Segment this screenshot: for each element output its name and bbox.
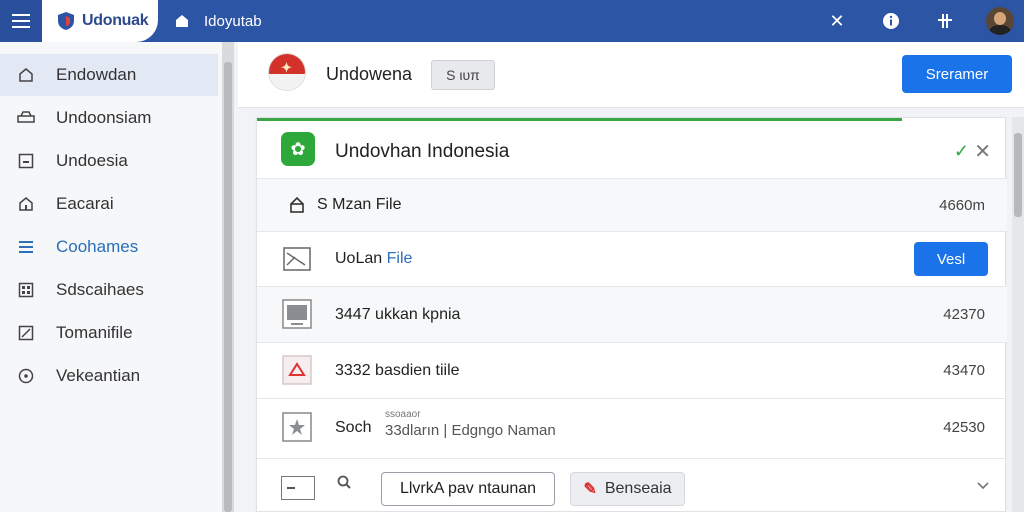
sidebar-item-undoonsiam[interactable]: Undoonsiam [0,97,218,139]
pdf-icon [281,355,313,385]
sidebar-item-label: Tomanifile [56,323,133,342]
image-icon [281,245,313,273]
car-icon [16,108,36,128]
sidebar-item-label: Sdscaihaes [56,280,144,299]
page-title: Undowena [326,64,413,84]
content-scroll-thumb[interactable] [1014,133,1022,217]
ghost-button-label: Benseaia [604,480,672,497]
content-scrollbar[interactable] [1012,117,1024,512]
page-header: ✦ Undowena S ιυπ Sreramer [238,42,1024,108]
file-name: 3447 ukkan kpnia [335,306,461,323]
app-tab[interactable]: Udonuak [42,0,158,42]
file-row[interactable]: 3332 basdien tiile 43470 [257,343,1007,399]
file-size: 42370 [943,306,985,323]
top-actions: ✕ [796,0,1014,42]
sidebar-item-sdscaihaes[interactable]: Sdscaihaes [0,269,218,311]
house-icon [16,194,36,214]
file-note: ssoaaor [385,409,421,420]
pencil-icon: ✎ [583,481,597,498]
shield-logo-icon [56,10,76,32]
file-row[interactable]: Soch ssoaaor 33dların | Edgngo Naman 425… [257,399,1007,459]
grid-icon [16,280,36,300]
check-icon[interactable]: ✓ [954,141,969,162]
sidebar-item-label: Coohames [56,237,139,256]
list-icon [16,237,36,257]
file-name: UoLan File [335,250,412,268]
monitor-icon [281,299,313,329]
edit-box-icon [16,323,36,343]
file-name: 3332 basdien tiile [335,362,460,379]
search-icon[interactable] [337,475,351,494]
sidebar-item-label: Undoonsiam [56,108,152,127]
file-subline: 33dların | Edgngo Naman [385,422,556,439]
user-avatar[interactable] [986,7,1014,35]
primary-button[interactable]: Sreramer [902,55,1012,93]
card-header: ✿ Undovhan Indonesia ✓ ✕ [257,121,1007,179]
file-size: 43470 [943,362,985,379]
app-title: Udonuak [82,12,149,29]
sidebar-item-vekeantian[interactable]: Vekeantian [0,355,218,397]
file-size: 4660m [939,197,985,214]
sidebar-item-eacarai[interactable]: Eacarai [0,183,218,225]
star-icon [281,412,313,442]
file-row[interactable]: 3447 ukkan kpnia 42370 [257,287,1007,343]
ghost-button[interactable]: ✎ Benseaia [570,472,685,506]
grid-plus-icon[interactable] [932,8,958,34]
house-icon [176,15,188,27]
sidebar: Endowdan Undoonsiam Undoesia Eacarai Coo… [0,42,222,512]
file-row[interactable]: UoLan File Vesl [257,232,1007,287]
header-chip[interactable]: S ιυπ [431,60,495,90]
sidebar-scrollbar[interactable] [222,42,234,512]
file-row[interactable]: S Mzan File 4660m [257,179,1007,232]
row-action-button[interactable]: Vesl [914,242,988,276]
card-footer: LlvrkΑ pav ntaunan ✎ Benseaia [257,459,1007,512]
top-bar: Udonuak Idoyutab ✕ [0,0,1024,42]
sidebar-scroll-thumb[interactable] [224,62,232,512]
second-tab-title: Idoyutab [204,12,262,30]
sidebar-item-endowdan[interactable]: Endowdan [0,54,218,96]
info-icon[interactable] [878,8,904,34]
close-icon[interactable]: ✕ [824,8,850,34]
second-tab[interactable]: Idoyutab [174,0,262,42]
chevron-down-icon[interactable] [977,477,989,493]
file-name: Soch [335,419,372,436]
sidebar-item-label: Vekeantian [56,366,141,385]
circle-icon [16,366,36,386]
outline-button[interactable]: LlvrkΑ pav ntaunan [381,472,555,506]
hamburger-icon [12,20,30,22]
sidebar-item-label: Undoesia [56,151,128,170]
sidebar-item-undoesia[interactable]: Undoesia [0,140,218,182]
app-flower-icon: ✿ [281,132,315,166]
card-title: Undovhan Indonesia [335,141,510,162]
sidebar-item-coohames[interactable]: Coohames [0,226,218,268]
file-name-part: UoLan [335,250,383,267]
file-size: 42530 [943,419,985,436]
menu-button[interactable] [0,0,42,42]
emblem-icon: ✦ [281,60,292,75]
close-icon[interactable]: ✕ [974,139,991,164]
home-icon [16,65,36,85]
file-name: S Mzan File [317,196,402,213]
layout-icon [16,151,36,171]
sidebar-item-label: Eacarai [56,194,114,213]
sidebar-item-label: Endowdan [56,65,137,84]
file-name-link[interactable]: File [387,250,413,267]
upload-icon [281,191,313,219]
folder-outline-icon[interactable] [281,476,315,500]
file-card: ✿ Undovhan Indonesia ✓ ✕ S Mzan File 466… [256,117,1007,512]
sidebar-item-tomanifile[interactable]: Tomanifile [0,312,218,354]
flag-avatar: ✦ [268,53,306,91]
